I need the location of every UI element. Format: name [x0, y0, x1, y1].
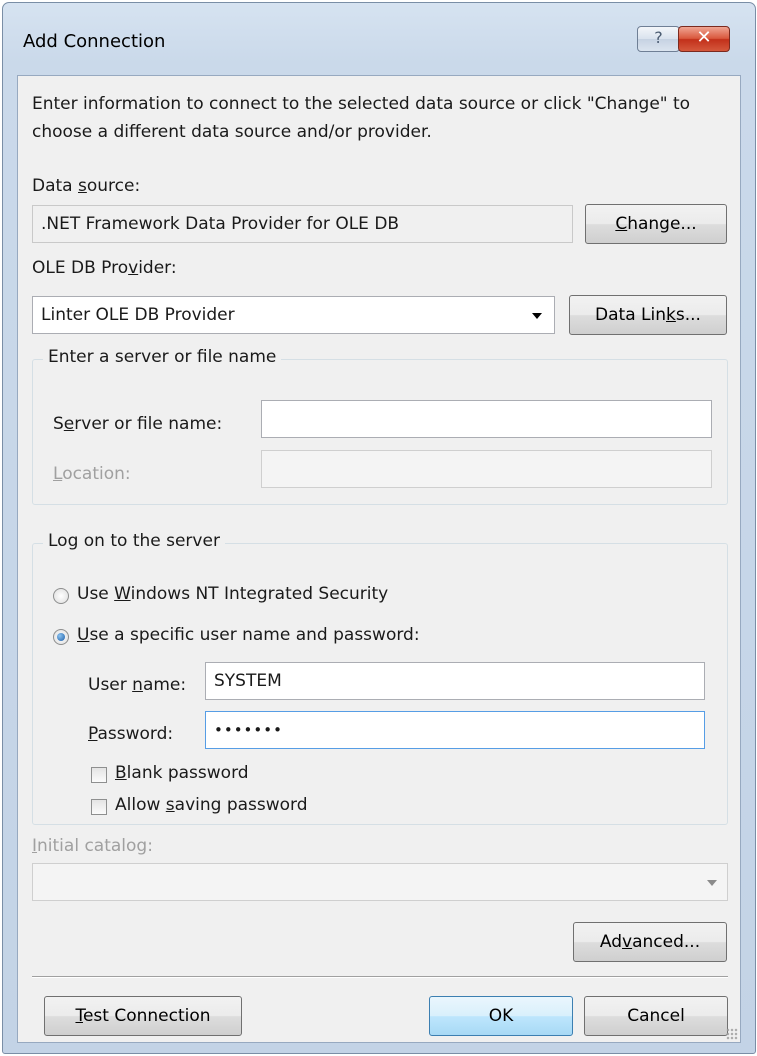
- initial-catalog-select: [32, 863, 728, 901]
- advanced-button[interactable]: Advanced...: [573, 922, 727, 962]
- title-bar[interactable]: Add Connection ? ✕: [3, 3, 755, 75]
- test-connection-button[interactable]: Test Connection: [44, 996, 242, 1036]
- ole-db-provider-select[interactable]: Linter OLE DB Provider: [32, 296, 555, 334]
- instructions-text: Enter information to connect to the sele…: [32, 94, 691, 142]
- change-button[interactable]: Change...: [585, 204, 727, 244]
- password-input[interactable]: •••••••: [205, 711, 705, 749]
- data-source-field: .NET Framework Data Provider for OLE DB: [32, 205, 573, 243]
- ole-db-provider-label: OLE DB Provider:: [32, 258, 177, 278]
- location-label: Location:: [53, 464, 131, 484]
- specific-user-radio[interactable]: [53, 629, 69, 645]
- ok-button[interactable]: OK: [429, 996, 573, 1036]
- server-groupbox: Enter a server or file name Server or fi…: [32, 347, 728, 505]
- close-icon: ✕: [696, 27, 712, 48]
- server-name-input[interactable]: [261, 400, 712, 438]
- location-input: [261, 450, 712, 488]
- help-icon: ?: [654, 28, 663, 47]
- blank-password-label[interactable]: Blank password: [115, 763, 249, 783]
- ole-db-provider-value: Linter OLE DB Provider: [41, 305, 235, 325]
- add-connection-dialog: Add Connection ? ✕ Enter information to …: [2, 2, 756, 1054]
- allow-saving-password-label[interactable]: Allow saving password: [115, 795, 308, 815]
- allow-saving-password-checkbox[interactable]: [91, 799, 107, 815]
- logon-groupbox: Log on to the server Use Windows NT Inte…: [32, 531, 728, 825]
- dialog-body: Enter information to connect to the sele…: [17, 75, 741, 1043]
- logon-groupbox-legend: Log on to the server: [43, 531, 225, 551]
- windows-auth-radio[interactable]: [53, 588, 69, 604]
- user-name-label: User name:: [88, 675, 187, 695]
- windows-auth-label[interactable]: Use Windows NT Integrated Security: [77, 584, 388, 604]
- chevron-down-icon[interactable]: [532, 313, 542, 319]
- server-name-label: Server or file name:: [53, 414, 223, 434]
- specific-user-label[interactable]: Use a specific user name and password:: [77, 625, 420, 645]
- user-name-input[interactable]: SYSTEM: [205, 662, 705, 700]
- chevron-down-icon: [707, 880, 717, 886]
- radio-selected-dot: [57, 633, 65, 641]
- close-button[interactable]: ✕: [678, 26, 730, 52]
- password-label: Password:: [88, 724, 174, 744]
- resize-grip-icon[interactable]: [726, 1028, 738, 1040]
- help-button[interactable]: ?: [637, 26, 680, 52]
- window-title: Add Connection: [23, 31, 166, 52]
- data-source-label: Data source:: [32, 176, 141, 196]
- data-links-button[interactable]: Data Links...: [569, 295, 727, 335]
- server-groupbox-legend: Enter a server or file name: [43, 347, 282, 367]
- initial-catalog-label: Initial catalog:: [32, 836, 153, 856]
- cancel-button[interactable]: Cancel: [584, 996, 728, 1036]
- button-separator: [32, 976, 728, 978]
- blank-password-checkbox[interactable]: [91, 767, 107, 783]
